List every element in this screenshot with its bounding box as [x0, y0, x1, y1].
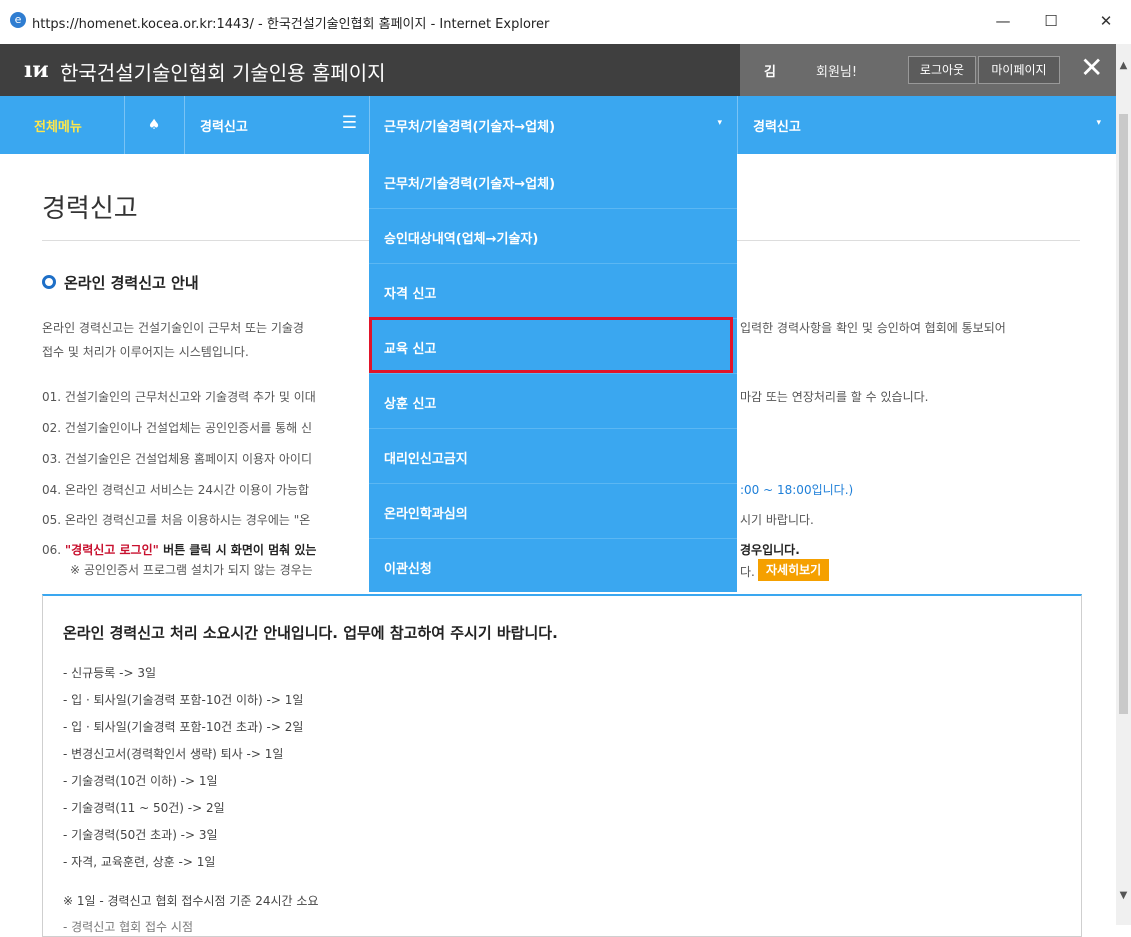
ie-browser-icon: e: [10, 12, 26, 28]
list-item: - 자격, 교육훈련, 상훈 -> 1일: [63, 855, 216, 869]
user-panel: 김 회원님! 로그아웃 마이페이지 ✕: [740, 44, 1116, 96]
list-item: - 기술경력(50건 초과) -> 3일: [63, 828, 218, 842]
menu-close-icon[interactable]: ✕: [1080, 52, 1103, 84]
notice-item-06-right: 경우입니다.: [740, 543, 800, 557]
intro-text-right: 입력한 경력사항을 확인 및 승인하여 협회에 통보되어: [740, 321, 1006, 335]
certificate-note: ※ 공인인증서 프로그램 설치가 되지 않는 경우는: [70, 563, 313, 577]
processing-note-cut: - 경력신고 협회 접수 시점: [63, 920, 193, 934]
notice-item-05: 05. 온라인 경력신고를 처음 이용하시는 경우에는 "온: [42, 513, 311, 527]
nav-item-workplace-career[interactable]: 근무처/기술경력(기술자→업체) ▾: [369, 96, 738, 154]
home-icon[interactable]: ♠: [124, 96, 185, 154]
menu-item-workplace-career[interactable]: 근무처/기술경력(기술자→업체): [369, 154, 737, 209]
chevron-down-icon: ▾: [1096, 118, 1101, 128]
nav-item-career-report-sub[interactable]: 경력신고 ▾: [738, 96, 1116, 154]
menu-item-proxy-ban[interactable]: 대리인신고금지: [369, 429, 737, 484]
all-menu-label: 전체메뉴: [34, 120, 82, 135]
menu-item-award[interactable]: 상훈 신고: [369, 374, 737, 429]
maximize-button[interactable]: ☐: [1036, 8, 1066, 34]
page-title: 경력신고: [42, 194, 138, 224]
menu-item-transfer[interactable]: 이관신청: [369, 539, 737, 593]
scroll-up-icon[interactable]: ▲: [1116, 60, 1131, 76]
user-greeting: 회원님!: [816, 65, 858, 80]
mypage-button[interactable]: 마이페이지: [978, 56, 1060, 84]
certificate-note-right: 다.: [740, 565, 755, 579]
scrollbar[interactable]: ▲ ▼: [1116, 44, 1131, 925]
nav-item-label: 경력신고: [200, 120, 248, 135]
user-name: 김: [764, 65, 776, 80]
logout-button[interactable]: 로그아웃: [908, 56, 976, 84]
window-title: https://homenet.kocea.or.kr:1443/ - 한국건설…: [32, 17, 550, 32]
list-item: - 기술경력(11 ~ 50건) -> 2일: [63, 801, 225, 815]
notice-item-01-right: 마감 또는 연장처리를 할 수 있습니다.: [740, 390, 929, 404]
list-item: - 기술경력(10건 이하) -> 1일: [63, 774, 218, 788]
info-box-title: 온라인 경력신고 처리 소요시간 안내입니다. 업무에 참고하여 주시기 바랍니…: [63, 624, 558, 642]
list-item: - 신규등록 -> 3일: [63, 666, 156, 680]
login-warning-text: "경력신고 로그인": [64, 543, 159, 557]
nav-item-career-report[interactable]: 경력신고 ☰: [185, 96, 370, 154]
processing-time-box: 온라인 경력신고 처리 소요시간 안내입니다. 업무에 참고하여 주시기 바랍니…: [42, 594, 1082, 937]
notice-item-04: 04. 온라인 경력신고 서비스는 24시간 이용이 가능합: [42, 483, 310, 497]
window-close-button[interactable]: ✕: [1091, 8, 1121, 34]
chevron-down-icon: ▾: [717, 118, 722, 128]
menu-item-qualification[interactable]: 자격 신고: [369, 264, 737, 319]
all-menu-button[interactable]: 전체메뉴: [0, 96, 125, 154]
nav-item-label: 근무처/기술경력(기술자→업체): [384, 120, 556, 135]
hamburger-icon[interactable]: ☰: [342, 113, 357, 133]
site-header: ıᴎ 한국건설기술인협회 기술인용 홈페이지 김 회원님! 로그아웃 마이페이지…: [0, 44, 1116, 96]
section-heading: 온라인 경력신고 안내: [42, 272, 199, 293]
notice-item-01: 01. 건설기술인의 근무처신고와 기술경력 추가 및 이대: [42, 390, 316, 404]
site-title[interactable]: 한국건설기술인협회 기술인용 홈페이지: [60, 57, 386, 86]
list-item: - 변경신고서(경력확인서 생략) 퇴사 -> 1일: [63, 747, 284, 761]
highlight-frame: [369, 317, 733, 373]
notice-item-02: 02. 건설기술인이나 건설업체는 공인인증서를 통해 신: [42, 421, 312, 435]
scroll-thumb[interactable]: [1119, 114, 1128, 714]
nav-item-label: 경력신고: [753, 120, 801, 135]
processing-note: ※ 1일 - 경력신고 협회 접수시점 기준 24시간 소요: [63, 894, 319, 908]
browser-title-bar: e https://homenet.kocea.or.kr:1443/ - 한국…: [0, 0, 1131, 45]
bullet-icon: [42, 275, 56, 289]
notice-item-03: 03. 건설기술인은 건설업체용 홈페이지 이용자 아이디: [42, 452, 312, 466]
career-dropdown-menu: 근무처/기술경력(기술자→업체) 승인대상내역(업체→기술자) 자격 신고 교육…: [369, 154, 737, 592]
intro-text: 온라인 경력신고는 건설기술인이 근무처 또는 기술경: [42, 321, 304, 335]
view-details-button[interactable]: 자세히보기: [758, 559, 830, 581]
menu-item-online-review[interactable]: 온라인학과심의: [369, 484, 737, 539]
main-navbar: 전체메뉴 ♠ 경력신고 ☰ 근무처/기술경력(기술자→업체) ▾ 경력신고 ▾: [0, 96, 1116, 154]
minimize-button[interactable]: —: [988, 8, 1018, 34]
notice-item-04-right: :00 ~ 18:00입니다.): [740, 483, 854, 497]
list-item: - 입 · 퇴사일(기술경력 포함-10건 이하) -> 1일: [63, 693, 304, 707]
notice-item-05-right: 시기 바랍니다.: [740, 513, 814, 527]
intro-text-line2: 접수 및 처리가 이루어지는 시스템입니다.: [42, 345, 249, 359]
notice-item-06: 06. "경력신고 로그인" 버튼 클릭 시 화면이 멈춰 있는: [42, 543, 317, 557]
logo-icon[interactable]: ıᴎ: [24, 57, 49, 83]
list-item: - 입 · 퇴사일(기술경력 포함-10건 초과) -> 2일: [63, 720, 304, 734]
menu-item-approval-list[interactable]: 승인대상내역(업체→기술자): [369, 209, 737, 264]
scroll-down-icon[interactable]: ▼: [1116, 890, 1131, 906]
